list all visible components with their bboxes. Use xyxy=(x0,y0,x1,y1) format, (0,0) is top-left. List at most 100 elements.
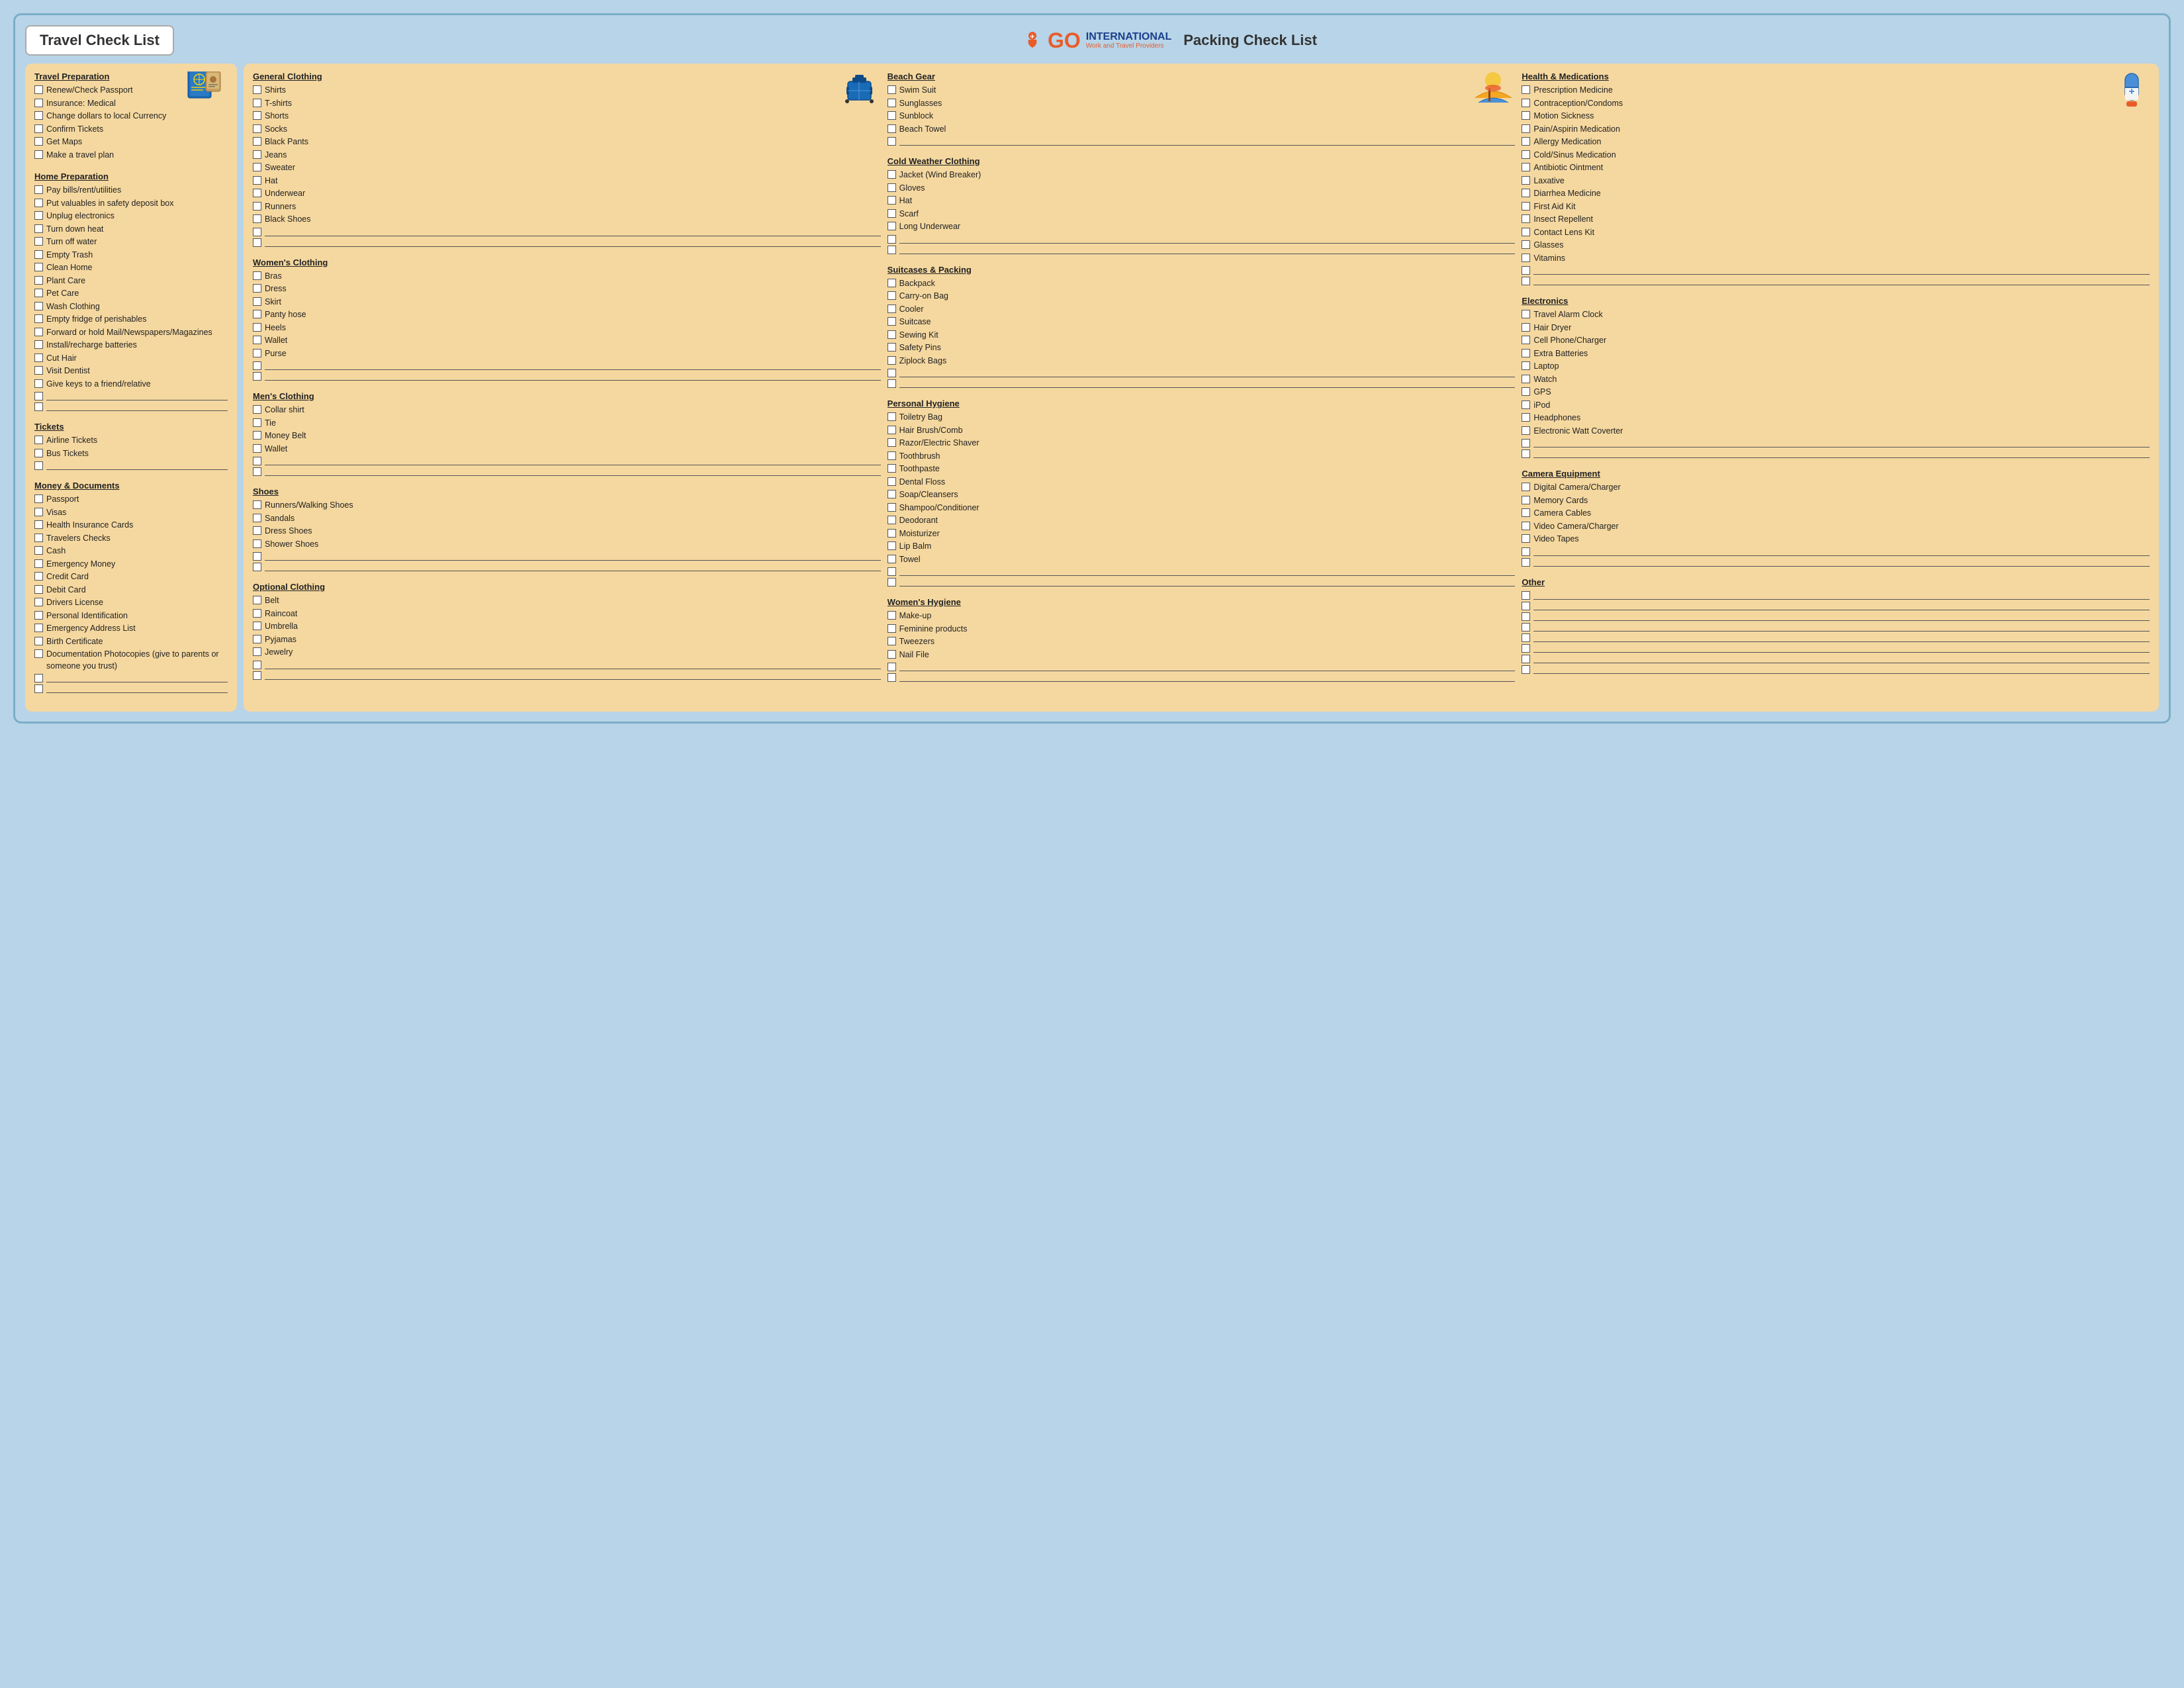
checkbox[interactable] xyxy=(1522,426,1530,435)
checkbox[interactable] xyxy=(1522,496,1530,504)
checkbox[interactable] xyxy=(34,289,43,297)
checkbox[interactable] xyxy=(887,183,896,192)
checkbox[interactable] xyxy=(1522,202,1530,211)
checkbox[interactable] xyxy=(253,99,261,107)
checkbox[interactable] xyxy=(887,438,896,447)
checkbox[interactable] xyxy=(887,567,896,576)
checkbox[interactable] xyxy=(1522,277,1530,285)
checkbox[interactable] xyxy=(887,477,896,486)
checkbox[interactable] xyxy=(887,99,896,107)
checkbox[interactable] xyxy=(887,663,896,671)
checkbox[interactable] xyxy=(1522,612,1530,621)
checkbox[interactable] xyxy=(34,250,43,259)
checkbox[interactable] xyxy=(34,224,43,233)
checkbox[interactable] xyxy=(34,237,43,246)
checkbox[interactable] xyxy=(887,624,896,633)
checkbox[interactable] xyxy=(887,291,896,300)
checkbox[interactable] xyxy=(253,563,261,571)
checkbox[interactable] xyxy=(253,85,261,94)
checkbox[interactable] xyxy=(34,199,43,207)
checkbox[interactable] xyxy=(1522,111,1530,120)
checkbox[interactable] xyxy=(34,520,43,529)
checkbox[interactable] xyxy=(887,137,896,146)
checkbox[interactable] xyxy=(34,366,43,375)
checkbox[interactable] xyxy=(887,209,896,218)
checkbox[interactable] xyxy=(1522,665,1530,674)
checkbox[interactable] xyxy=(253,372,261,381)
checkbox[interactable] xyxy=(253,596,261,604)
checkbox[interactable] xyxy=(253,297,261,306)
checkbox[interactable] xyxy=(34,449,43,457)
checkbox[interactable] xyxy=(253,202,261,211)
checkbox[interactable] xyxy=(34,353,43,362)
checkbox[interactable] xyxy=(253,552,261,561)
checkbox[interactable] xyxy=(1522,400,1530,409)
checkbox[interactable] xyxy=(253,671,261,680)
checkbox[interactable] xyxy=(253,457,261,465)
checkbox[interactable] xyxy=(887,305,896,313)
checkbox[interactable] xyxy=(253,467,261,476)
checkbox[interactable] xyxy=(887,343,896,352)
checkbox[interactable] xyxy=(34,546,43,555)
checkbox[interactable] xyxy=(1522,591,1530,600)
checkbox[interactable] xyxy=(253,111,261,120)
checkbox[interactable] xyxy=(1522,483,1530,491)
checkbox[interactable] xyxy=(887,451,896,460)
checkbox[interactable] xyxy=(887,222,896,230)
checkbox[interactable] xyxy=(34,598,43,606)
checkbox[interactable] xyxy=(34,611,43,620)
checkbox[interactable] xyxy=(1522,602,1530,610)
checkbox[interactable] xyxy=(34,137,43,146)
checkbox[interactable] xyxy=(887,529,896,538)
checkbox[interactable] xyxy=(1522,655,1530,663)
checkbox[interactable] xyxy=(34,340,43,349)
checkbox[interactable] xyxy=(253,647,261,656)
checkbox[interactable] xyxy=(887,412,896,421)
checkbox[interactable] xyxy=(34,461,43,470)
checkbox[interactable] xyxy=(1522,361,1530,370)
checkbox[interactable] xyxy=(34,328,43,336)
checkbox[interactable] xyxy=(1522,413,1530,422)
checkbox[interactable] xyxy=(1522,240,1530,249)
checkbox[interactable] xyxy=(887,516,896,524)
checkbox[interactable] xyxy=(253,336,261,344)
checkbox[interactable] xyxy=(34,402,43,411)
checkbox[interactable] xyxy=(34,111,43,120)
checkbox[interactable] xyxy=(1522,137,1530,146)
checkbox[interactable] xyxy=(887,196,896,205)
checkbox[interactable] xyxy=(34,124,43,133)
checkbox[interactable] xyxy=(887,235,896,244)
checkbox[interactable] xyxy=(887,541,896,550)
checkbox[interactable] xyxy=(887,170,896,179)
checkbox[interactable] xyxy=(253,323,261,332)
checkbox[interactable] xyxy=(887,464,896,473)
checkbox[interactable] xyxy=(1522,449,1530,458)
checkbox[interactable] xyxy=(1522,323,1530,332)
checkbox[interactable] xyxy=(1522,439,1530,447)
checkbox[interactable] xyxy=(253,163,261,171)
checkbox[interactable] xyxy=(34,314,43,323)
checkbox[interactable] xyxy=(34,684,43,693)
checkbox[interactable] xyxy=(253,137,261,146)
checkbox[interactable] xyxy=(1522,534,1530,543)
checkbox[interactable] xyxy=(253,124,261,133)
checkbox[interactable] xyxy=(1522,124,1530,133)
checkbox[interactable] xyxy=(253,418,261,427)
checkbox[interactable] xyxy=(1522,558,1530,567)
checkbox[interactable] xyxy=(887,356,896,365)
checkbox[interactable] xyxy=(34,436,43,444)
checkbox[interactable] xyxy=(253,405,261,414)
checkbox[interactable] xyxy=(34,637,43,645)
checkbox[interactable] xyxy=(1522,508,1530,517)
checkbox[interactable] xyxy=(34,99,43,107)
checkbox[interactable] xyxy=(1522,522,1530,530)
checkbox[interactable] xyxy=(34,211,43,220)
checkbox[interactable] xyxy=(887,503,896,512)
checkbox[interactable] xyxy=(887,379,896,388)
checkbox[interactable] xyxy=(1522,150,1530,159)
checkbox[interactable] xyxy=(253,635,261,643)
checkbox[interactable] xyxy=(34,649,43,658)
checkbox[interactable] xyxy=(253,526,261,535)
checkbox[interactable] xyxy=(34,572,43,581)
checkbox[interactable] xyxy=(1522,214,1530,223)
